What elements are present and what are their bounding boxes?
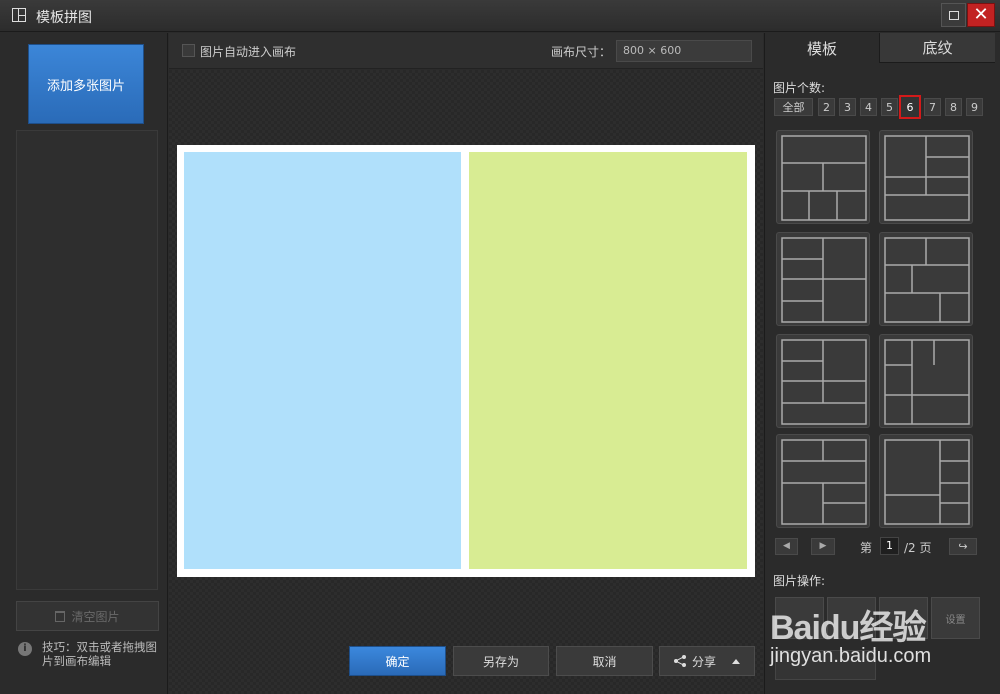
template-thumbnail-5[interactable] [776, 334, 870, 428]
template-thumbnail-4[interactable] [879, 232, 973, 326]
template-thumbnail-7[interactable] [776, 434, 870, 528]
template-thumbnail-2[interactable] [879, 130, 973, 224]
template-thumbnail-3[interactable] [776, 232, 870, 326]
confirm-button[interactable]: 确定 [349, 646, 446, 676]
page-prefix: 第 [860, 541, 873, 555]
cancel-button[interactable]: 取消 [556, 646, 653, 676]
tab-texture[interactable]: 底纹 [880, 33, 995, 63]
count-option-2[interactable]: 2 [818, 98, 835, 116]
maximize-button[interactable] [941, 3, 966, 27]
share-icon [673, 655, 686, 667]
canvas-size-label: 画布尺寸： [551, 45, 612, 59]
count-option-4[interactable]: 4 [860, 98, 877, 116]
add-images-button[interactable]: 添加多张图片 [28, 44, 144, 124]
photo-slot-right[interactable] [469, 152, 747, 569]
template-thumbnail-6[interactable] [879, 334, 973, 428]
window-title: 模板拼图 [36, 10, 92, 26]
image-count-label: 图片个数: [773, 81, 826, 95]
count-option-5[interactable]: 5 [881, 98, 898, 116]
canvas-size-field[interactable]: 800 × 600 [616, 40, 752, 62]
baidu-watermark-logo: Baidu经验 [770, 609, 926, 647]
count-option-all[interactable]: 全部 [774, 98, 813, 116]
layout-grid-icon [781, 135, 867, 221]
settings-button[interactable]: 设置 [931, 597, 980, 639]
count-option-8[interactable]: 8 [945, 98, 962, 116]
count-option-6-selected[interactable]: 6 [899, 95, 921, 119]
count-option-9[interactable]: 9 [966, 98, 983, 116]
image-thumbnail-list[interactable] [16, 130, 158, 590]
count-option-3[interactable]: 3 [839, 98, 856, 116]
template-app-icon [12, 8, 26, 22]
auto-enter-checkbox[interactable] [182, 44, 195, 57]
count-option-7[interactable]: 7 [924, 98, 941, 116]
clear-images-label: 清空图片 [71, 609, 120, 624]
baidu-watermark-url: jingyan.baidu.com [770, 645, 932, 667]
layout-grid-icon [781, 439, 867, 525]
clear-images-button[interactable]: 清空图片 [16, 601, 159, 631]
page-number-field[interactable]: 1 [880, 537, 899, 555]
maximize-icon [949, 11, 959, 20]
layout-grid-icon [781, 237, 867, 323]
info-icon: i [18, 642, 32, 656]
share-label: 分享 [691, 654, 716, 669]
layout-grid-icon [884, 339, 970, 425]
image-operations-label: 图片操作: [773, 574, 826, 588]
close-button[interactable]: ✕ [967, 3, 995, 27]
layout-grid-icon [884, 237, 970, 323]
next-page-button[interactable]: ▶ [811, 538, 835, 555]
photo-slot-left[interactable] [184, 152, 461, 569]
caret-up-icon [732, 658, 740, 664]
layout-grid-icon [884, 135, 970, 221]
trash-icon [55, 610, 66, 622]
layout-grid-icon [781, 339, 867, 425]
share-button[interactable]: 分享 [659, 646, 755, 676]
auto-enter-label: 图片自动进入画布 [200, 45, 297, 59]
tab-template[interactable]: 模板 [765, 33, 880, 63]
go-page-button[interactable]: ↪ [949, 538, 977, 555]
template-thumbnail-1[interactable] [776, 130, 870, 224]
save-as-button[interactable]: 另存为 [453, 646, 549, 676]
template-thumbnail-8[interactable] [879, 434, 973, 528]
title-bar [0, 0, 1000, 32]
prev-page-button[interactable]: ◀ [775, 538, 798, 555]
layout-grid-icon [884, 439, 970, 525]
page-total: /2 页 [904, 541, 932, 555]
tip-text: 技巧：双击或者拖拽图片到画布编辑 [42, 640, 157, 668]
